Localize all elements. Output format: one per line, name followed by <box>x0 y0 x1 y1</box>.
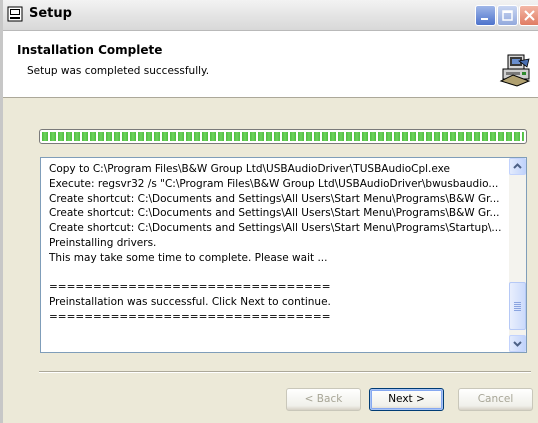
thumb-grip-icon <box>514 302 521 311</box>
back-button[interactable]: < Back <box>286 388 361 411</box>
chevron-up-icon <box>513 163 522 169</box>
button-separator <box>39 371 531 373</box>
window-title: Setup <box>29 6 72 21</box>
scroll-up-button[interactable] <box>509 158 526 175</box>
cancel-button[interactable]: Cancel <box>458 388 533 411</box>
log-line: Preinstalling drivers. <box>49 236 157 249</box>
log-line: This may take some time to complete. Ple… <box>49 251 328 264</box>
setup-app-icon <box>7 6 23 22</box>
scroll-thumb[interactable] <box>509 282 526 330</box>
chevron-down-icon <box>513 341 522 347</box>
progress-fill <box>42 132 524 141</box>
log-line: ================================ <box>49 310 331 323</box>
maximize-button <box>497 5 518 26</box>
log-line: Execute: regsvr32 /s "C:\Program Files\B… <box>49 177 499 190</box>
log-line: Create shortcut: C:\Documents and Settin… <box>49 207 500 220</box>
install-log-listbox[interactable]: Copy to C:\Program Files\B&W Group Ltd\U… <box>40 157 527 353</box>
vertical-scrollbar[interactable] <box>509 158 526 352</box>
close-button[interactable] <box>519 5 538 26</box>
log-lines: Copy to C:\Program Files\B&W Group Ltd\U… <box>49 162 505 325</box>
scroll-down-button[interactable] <box>509 335 526 352</box>
setup-window: Setup Installation Complete Setup was co… <box>0 0 538 423</box>
minimize-button[interactable] <box>475 5 496 26</box>
log-line: Copy to C:\Program Files\B&W Group Ltd\U… <box>49 163 450 175</box>
log-line: ================================ <box>49 281 331 294</box>
page-subtitle: Setup was completed successfully. <box>27 65 210 77</box>
close-icon <box>524 10 535 21</box>
header-panel: Installation Complete Setup was complete… <box>3 31 538 98</box>
log-line: Create shortcut: C:\Documents and Settin… <box>49 222 502 235</box>
minimize-icon <box>481 18 488 20</box>
installer-computer-icon <box>499 54 531 87</box>
progress-bar <box>39 129 527 144</box>
log-line: Create shortcut: C:\Documents and Settin… <box>49 192 500 205</box>
next-button[interactable]: Next > <box>369 388 444 411</box>
log-line: Preinstallation was successful. Click Ne… <box>49 296 331 309</box>
page-title: Installation Complete <box>17 43 163 57</box>
maximize-icon <box>502 10 513 21</box>
title-bar[interactable]: Setup <box>3 0 538 31</box>
